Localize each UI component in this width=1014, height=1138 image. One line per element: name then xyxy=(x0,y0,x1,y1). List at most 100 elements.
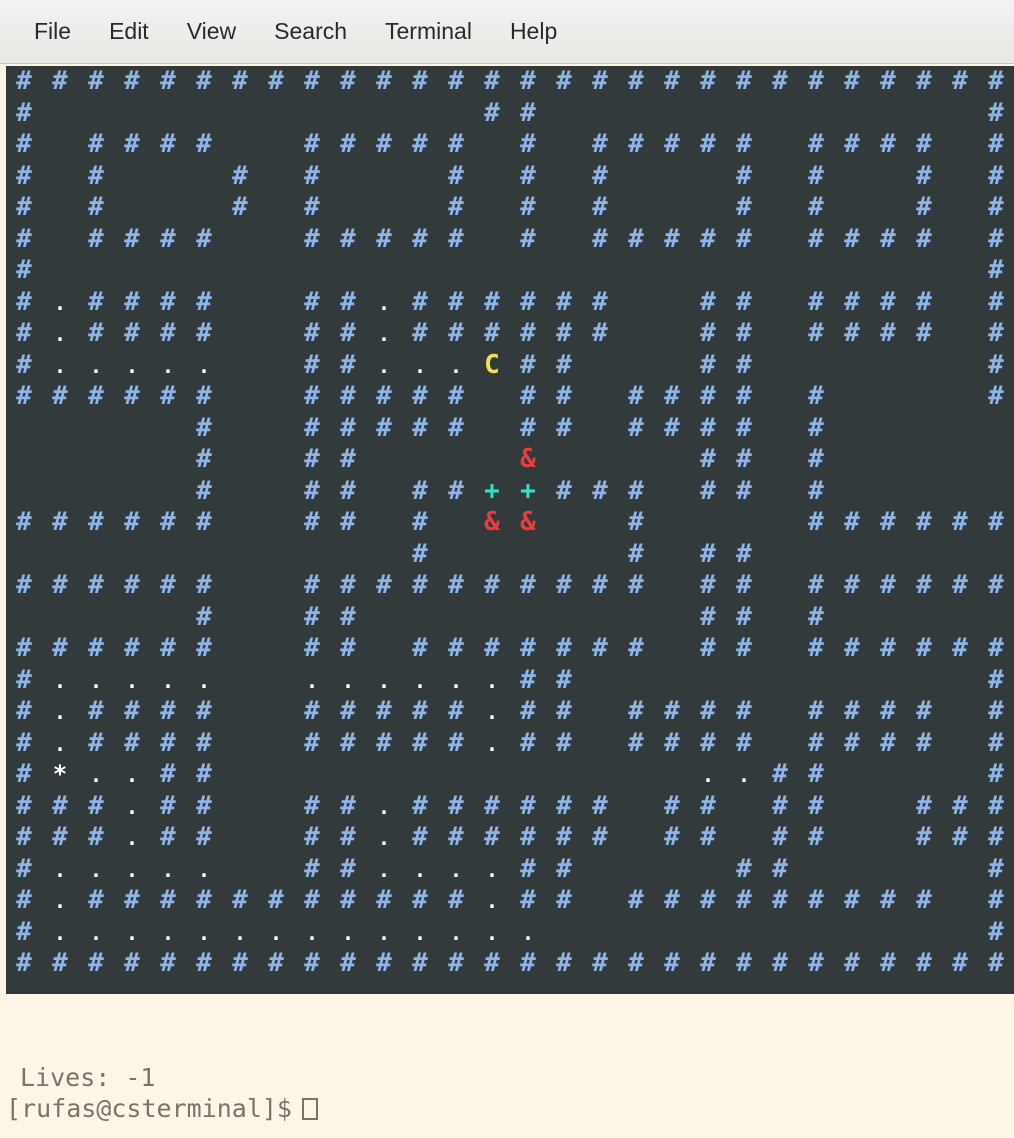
maze-wall: # xyxy=(484,948,500,978)
maze-empty xyxy=(942,318,978,350)
maze-wall: # xyxy=(844,223,860,254)
maze-row-17: # # # # # # xyxy=(6,602,1014,634)
maze-wall: # xyxy=(844,727,860,758)
menu-help[interactable]: Help xyxy=(494,14,573,49)
maze-wall: # xyxy=(844,318,860,348)
maze-empty xyxy=(762,224,798,256)
maze-empty xyxy=(690,161,726,193)
maze-empty xyxy=(834,602,870,634)
maze-wall: # xyxy=(412,318,428,348)
maze-wall: # xyxy=(880,129,896,159)
maze-empty xyxy=(294,255,330,287)
maze-wall: # xyxy=(124,885,140,915)
maze-empty xyxy=(222,539,258,571)
maze-wall: # xyxy=(700,318,716,348)
maze-empty xyxy=(258,665,294,697)
maze-empty xyxy=(222,413,258,445)
maze-wall: # xyxy=(808,948,824,978)
maze-row-14: # # # # # # # # # & & # # # # # # # xyxy=(6,507,1014,539)
shell-prompt[interactable]: [rufas@csterminal]$ xyxy=(6,1094,318,1124)
maze-empty xyxy=(690,854,726,886)
maze-empty xyxy=(582,381,618,413)
maze-row-5: # # # # # # # # # # # # # # # # # # # # # xyxy=(6,224,1014,256)
maze-empty xyxy=(438,602,474,634)
maze-wall: # xyxy=(412,570,428,600)
maze-wall: # xyxy=(52,822,68,852)
maze-row-19: #..... ...... # # # xyxy=(6,665,1014,697)
maze-empty xyxy=(582,98,618,130)
maze-wall: # xyxy=(520,664,536,695)
maze-wall: # xyxy=(916,286,932,317)
menu-edit[interactable]: Edit xyxy=(93,14,165,49)
maze-wall: # xyxy=(520,633,536,663)
maze-wall: # xyxy=(556,664,572,695)
maze-empty xyxy=(618,350,654,382)
maze-dot: . xyxy=(161,668,175,693)
maze-wall: # xyxy=(16,790,32,821)
maze-wall: # xyxy=(628,129,644,159)
maze-empty xyxy=(906,539,942,571)
maze-dot: . xyxy=(485,731,499,756)
maze-empty xyxy=(186,539,222,571)
maze-wall: # xyxy=(16,192,32,222)
maze-wall: # xyxy=(124,129,140,159)
maze-wall: # xyxy=(484,318,500,348)
terminal-body[interactable]: # # # # # # # # # # # # # # # # # # # # # # # # # # # # # # # # # # # # #… xyxy=(0,64,1014,1138)
maze-wall: # xyxy=(880,696,896,726)
maze-wall: # xyxy=(700,223,716,254)
maze-empty xyxy=(834,665,870,697)
maze-wall: # xyxy=(988,66,1004,96)
maze-dot: . xyxy=(161,353,175,378)
maze-empty xyxy=(942,98,978,130)
maze-dot: . xyxy=(269,920,283,945)
maze-empty xyxy=(474,444,510,476)
maze-wall: # xyxy=(700,349,716,380)
maze-empty xyxy=(258,255,294,287)
maze-dot: . xyxy=(125,857,139,882)
text-cursor xyxy=(301,1098,318,1120)
maze-empty xyxy=(258,602,294,634)
maze-wall: # xyxy=(340,885,356,915)
maze-wall: # xyxy=(340,853,356,884)
maze-dot: . xyxy=(413,353,427,378)
menu-file[interactable]: File xyxy=(18,14,87,49)
maze-wall: # xyxy=(160,727,176,758)
maze-empty xyxy=(186,255,222,287)
maze-wall: # xyxy=(196,412,212,443)
maze-empty xyxy=(258,129,294,161)
maze-empty xyxy=(78,476,114,508)
maze-wall: # xyxy=(196,507,212,537)
maze-item: + xyxy=(484,475,500,506)
maze-empty xyxy=(942,444,978,476)
maze-empty xyxy=(366,255,402,287)
maze-wall: # xyxy=(736,853,752,884)
maze-empty xyxy=(258,539,294,571)
menu-terminal[interactable]: Terminal xyxy=(369,14,488,49)
menu-view[interactable]: View xyxy=(171,14,252,49)
maze-row-3: # # # # # # # # # # # xyxy=(6,161,1014,193)
maze-wall: # xyxy=(988,318,1004,348)
maze-empty xyxy=(834,98,870,130)
maze-wall: # xyxy=(556,349,572,380)
maze-empty xyxy=(582,539,618,571)
maze-empty xyxy=(834,255,870,287)
maze-empty xyxy=(294,98,330,130)
maze-empty xyxy=(654,665,690,697)
maze-wall: # xyxy=(340,223,356,254)
maze-dot: . xyxy=(449,353,463,378)
maze-row-9: #..... # #... C # # # # # xyxy=(6,350,1014,382)
maze-empty xyxy=(582,696,618,728)
maze-empty xyxy=(690,255,726,287)
maze-empty xyxy=(258,791,294,823)
maze-empty xyxy=(870,381,906,413)
maze-empty xyxy=(798,350,834,382)
maze-wall: # xyxy=(484,633,500,663)
maze-empty xyxy=(870,791,906,823)
maze-wall: # xyxy=(124,286,140,317)
maze-wall: # xyxy=(52,66,68,96)
menu-search[interactable]: Search xyxy=(258,14,363,49)
maze-empty xyxy=(582,854,618,886)
maze-wall: # xyxy=(160,286,176,317)
maze-dot: . xyxy=(413,920,427,945)
maze-wall: # xyxy=(16,633,32,663)
